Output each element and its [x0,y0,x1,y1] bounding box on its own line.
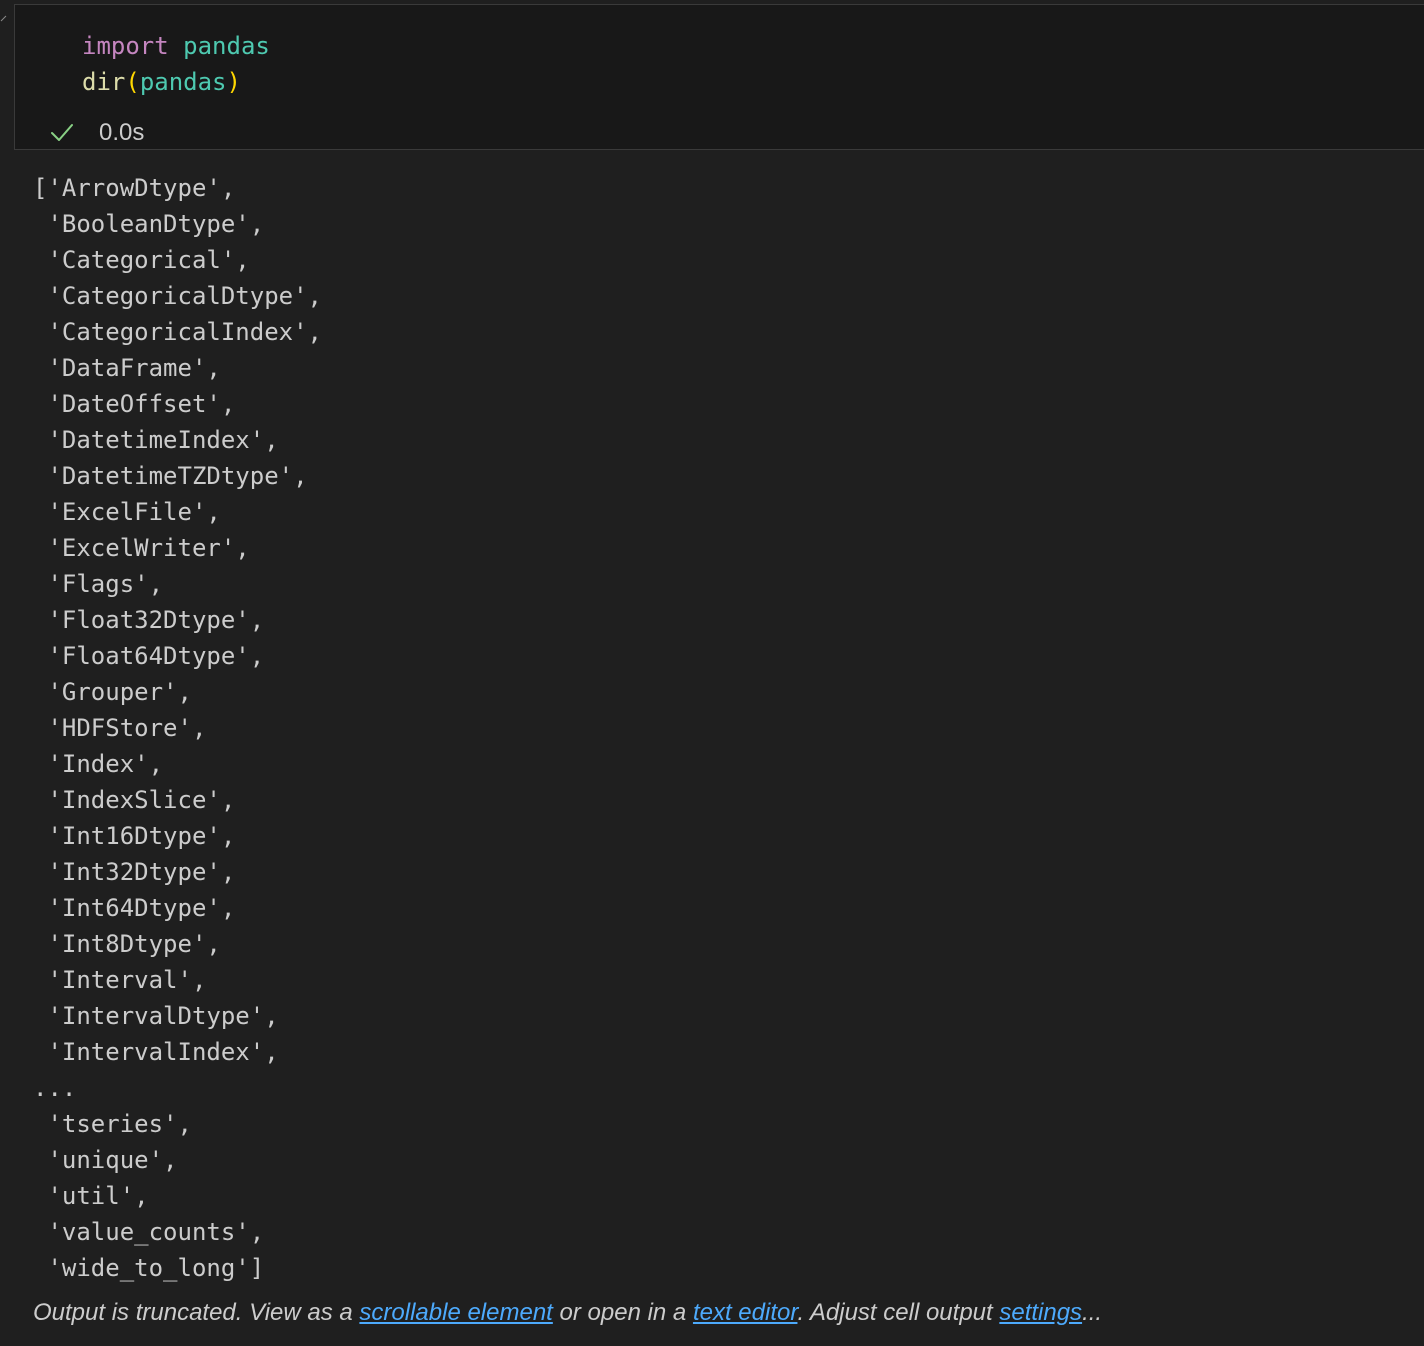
output-line: 'BooleanDtype', [33,210,265,238]
truncation-notice: Output is truncated. View as a scrollabl… [33,1296,1102,1330]
code-cell-editor[interactable]: import pandas dir(pandas) 0.0s [14,4,1424,150]
output-line: ... [33,1074,77,1102]
text-editor-link[interactable]: text editor [693,1299,798,1326]
scrollable-element-link[interactable]: scrollable element [359,1299,552,1326]
output-line: 'CategoricalDtype', [33,282,322,310]
output-line: 'Int16Dtype', [33,822,236,850]
truncation-prefix: Output is truncated. View as a [33,1299,360,1326]
output-line: 'Index', [33,750,164,778]
output-line: 'Grouper', [33,678,192,706]
cell-output: ['ArrowDtype', 'BooleanDtype', 'Categori… [33,170,1393,1286]
output-line: 'Interval', [33,966,207,994]
output-line: 'CategoricalIndex', [33,318,322,346]
output-line: 'IndexSlice', [33,786,236,814]
code-line-1[interactable]: import pandas [82,28,270,64]
function-name: dir [82,68,126,96]
output-line: ['ArrowDtype', [33,174,236,202]
output-line: 'value_counts', [33,1218,265,1246]
open-paren: ( [125,68,140,96]
output-line: 'ExcelWriter', [33,534,250,562]
output-line: 'unique', [33,1146,178,1174]
output-line: 'Int8Dtype', [33,930,221,958]
module-name: pandas [183,32,270,60]
output-line: 'Flags', [33,570,164,598]
code-line-2[interactable]: dir(pandas) [82,64,241,100]
settings-link[interactable]: settings [999,1299,1082,1326]
execution-status: 0.0s [47,117,144,149]
close-paren: ) [226,68,241,96]
output-line: 'DatetimeTZDtype', [33,462,308,490]
cell-corner-mark [0,15,7,22]
output-line: 'util', [33,1182,149,1210]
output-line: 'Int64Dtype', [33,894,236,922]
output-line: 'Float64Dtype', [33,642,265,670]
truncation-suffix: ... [1082,1299,1103,1326]
function-argument: pandas [139,68,227,96]
output-line: 'DatetimeIndex', [33,426,279,454]
import-keyword: import [82,32,169,60]
output-line: 'wide_to_long'] [33,1254,265,1282]
output-line: 'IntervalIndex', [33,1038,279,1066]
output-line: 'Float32Dtype', [33,606,265,634]
execution-time: 0.0s [99,119,145,146]
check-icon [51,124,73,141]
output-line: 'tseries', [33,1110,192,1138]
truncation-middle-2: . Adjust cell output [797,1299,1000,1326]
output-line: 'IntervalDtype', [33,1002,279,1030]
output-line: 'DataFrame', [33,354,221,382]
output-line: 'HDFStore', [33,714,207,742]
output-line: 'Int32Dtype', [33,858,236,886]
output-line: 'ExcelFile', [33,498,221,526]
output-line: 'Categorical', [33,246,250,274]
output-line: 'DateOffset', [33,390,236,418]
truncation-middle: or open in a [552,1299,693,1326]
